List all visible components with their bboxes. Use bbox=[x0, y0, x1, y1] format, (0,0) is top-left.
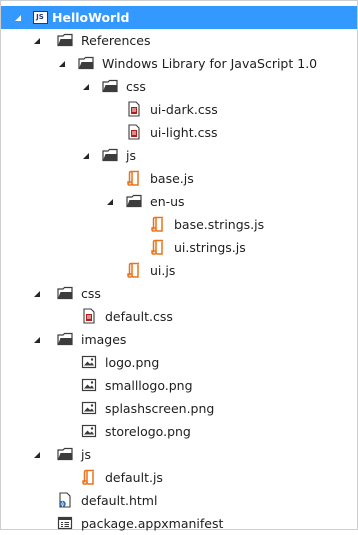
tree-node-logo-png[interactable]: logo.png bbox=[1, 351, 357, 374]
tree-node-label: package.appxmanifest bbox=[81, 516, 224, 531]
image-file-icon bbox=[81, 423, 97, 439]
folder-icon bbox=[57, 331, 73, 347]
tree-node-label: base.js bbox=[150, 171, 194, 186]
tree-node-default-js[interactable]: default.js bbox=[1, 466, 357, 489]
tree-node-js-folder[interactable]: js bbox=[1, 443, 357, 466]
tree-node-label: en-us bbox=[150, 194, 185, 209]
folder-icon bbox=[102, 78, 118, 94]
tree-node-images-folder[interactable]: images bbox=[1, 328, 357, 351]
tree-node-label: default.js bbox=[105, 470, 163, 485]
manifest-file-icon bbox=[57, 515, 73, 531]
tree-node-label: default.html bbox=[81, 493, 158, 508]
expand-arrow-icon[interactable] bbox=[57, 59, 67, 69]
tree-node-label: smalllogo.png bbox=[105, 378, 193, 393]
tree-node-label: ui-dark.css bbox=[150, 102, 218, 117]
tree-node-css-folder[interactable]: css bbox=[1, 75, 357, 98]
folder-icon bbox=[126, 193, 142, 209]
js-file-icon bbox=[126, 262, 142, 278]
js-file-icon bbox=[150, 239, 166, 255]
css-file-icon bbox=[126, 124, 142, 140]
folder-icon bbox=[78, 55, 94, 71]
tree-node-label: ui.js bbox=[150, 263, 176, 278]
expand-arrow-icon[interactable] bbox=[32, 450, 42, 460]
tree-node-label: js bbox=[126, 148, 136, 163]
js-file-icon bbox=[126, 170, 142, 186]
expand-arrow-icon[interactable] bbox=[32, 289, 42, 299]
folder-icon bbox=[57, 285, 73, 301]
tree-node-label: ui-light.css bbox=[150, 125, 218, 140]
tree-node-label: images bbox=[81, 332, 127, 347]
tree-node-label: default.css bbox=[105, 309, 173, 324]
tree-node-label: js bbox=[81, 447, 91, 462]
solution-explorer-tree: JS HelloWorld References Windows Library… bbox=[0, 0, 358, 531]
tree-node-winjs-folder[interactable]: Windows Library for JavaScript 1.0 bbox=[1, 52, 357, 75]
expand-arrow-icon[interactable] bbox=[13, 13, 23, 23]
tree-node-ui-strings-js[interactable]: ui.strings.js bbox=[1, 236, 357, 259]
folder-icon bbox=[102, 147, 118, 163]
tree-node-label: HelloWorld bbox=[52, 10, 130, 25]
tree-node-storelogo-png[interactable]: storelogo.png bbox=[1, 420, 357, 443]
tree-node-label: References bbox=[81, 33, 151, 48]
tree-node-ui-light-css[interactable]: ui-light.css bbox=[1, 121, 357, 144]
tree-node-label: logo.png bbox=[105, 355, 160, 370]
js-project-badge: JS bbox=[32, 10, 48, 24]
tree-node-package-appxmanifest[interactable]: package.appxmanifest bbox=[1, 512, 357, 535]
tree-node-css-folder[interactable]: css bbox=[1, 282, 357, 305]
expand-arrow-icon[interactable] bbox=[32, 335, 42, 345]
tree-node-smalllogo-png[interactable]: smalllogo.png bbox=[1, 374, 357, 397]
tree-node-helloworld-project[interactable]: JS HelloWorld bbox=[1, 6, 357, 29]
expand-arrow-icon[interactable] bbox=[81, 151, 91, 161]
image-file-icon bbox=[81, 354, 97, 370]
expand-arrow-icon[interactable] bbox=[105, 197, 115, 207]
css-file-icon bbox=[81, 308, 97, 324]
expand-arrow-icon[interactable] bbox=[32, 36, 42, 46]
tree-node-default-css[interactable]: default.css bbox=[1, 305, 357, 328]
tree-node-label: css bbox=[126, 79, 146, 94]
tree-node-ui-dark-css[interactable]: ui-dark.css bbox=[1, 98, 357, 121]
tree-node-label: ui.strings.js bbox=[174, 240, 246, 255]
tree-node-en-us-folder[interactable]: en-us bbox=[1, 190, 357, 213]
tree-node-label: css bbox=[81, 286, 101, 301]
js-project-icon: JS bbox=[32, 9, 48, 25]
tree-node-js-folder[interactable]: js bbox=[1, 144, 357, 167]
tree-node-label: storelogo.png bbox=[105, 424, 191, 439]
tree-node-label: Windows Library for JavaScript 1.0 bbox=[102, 56, 318, 71]
expand-arrow-icon[interactable] bbox=[81, 82, 91, 92]
tree-node-splashscreen-png[interactable]: splashscreen.png bbox=[1, 397, 357, 420]
tree-node-references-folder[interactable]: References bbox=[1, 29, 357, 52]
image-file-icon bbox=[81, 377, 97, 393]
image-file-icon bbox=[81, 400, 97, 416]
html-file-icon bbox=[57, 492, 73, 508]
tree-node-base-strings-js[interactable]: base.strings.js bbox=[1, 213, 357, 236]
folder-icon bbox=[57, 446, 73, 462]
tree-node-label: splashscreen.png bbox=[105, 401, 215, 416]
tree-node-base-js[interactable]: base.js bbox=[1, 167, 357, 190]
css-file-icon bbox=[126, 101, 142, 117]
tree-node-default-html[interactable]: default.html bbox=[1, 489, 357, 512]
tree-node-ui-js[interactable]: ui.js bbox=[1, 259, 357, 282]
js-file-icon bbox=[150, 216, 166, 232]
tree-node-label: base.strings.js bbox=[174, 217, 265, 232]
js-file-icon bbox=[81, 469, 97, 485]
folder-icon bbox=[57, 32, 73, 48]
